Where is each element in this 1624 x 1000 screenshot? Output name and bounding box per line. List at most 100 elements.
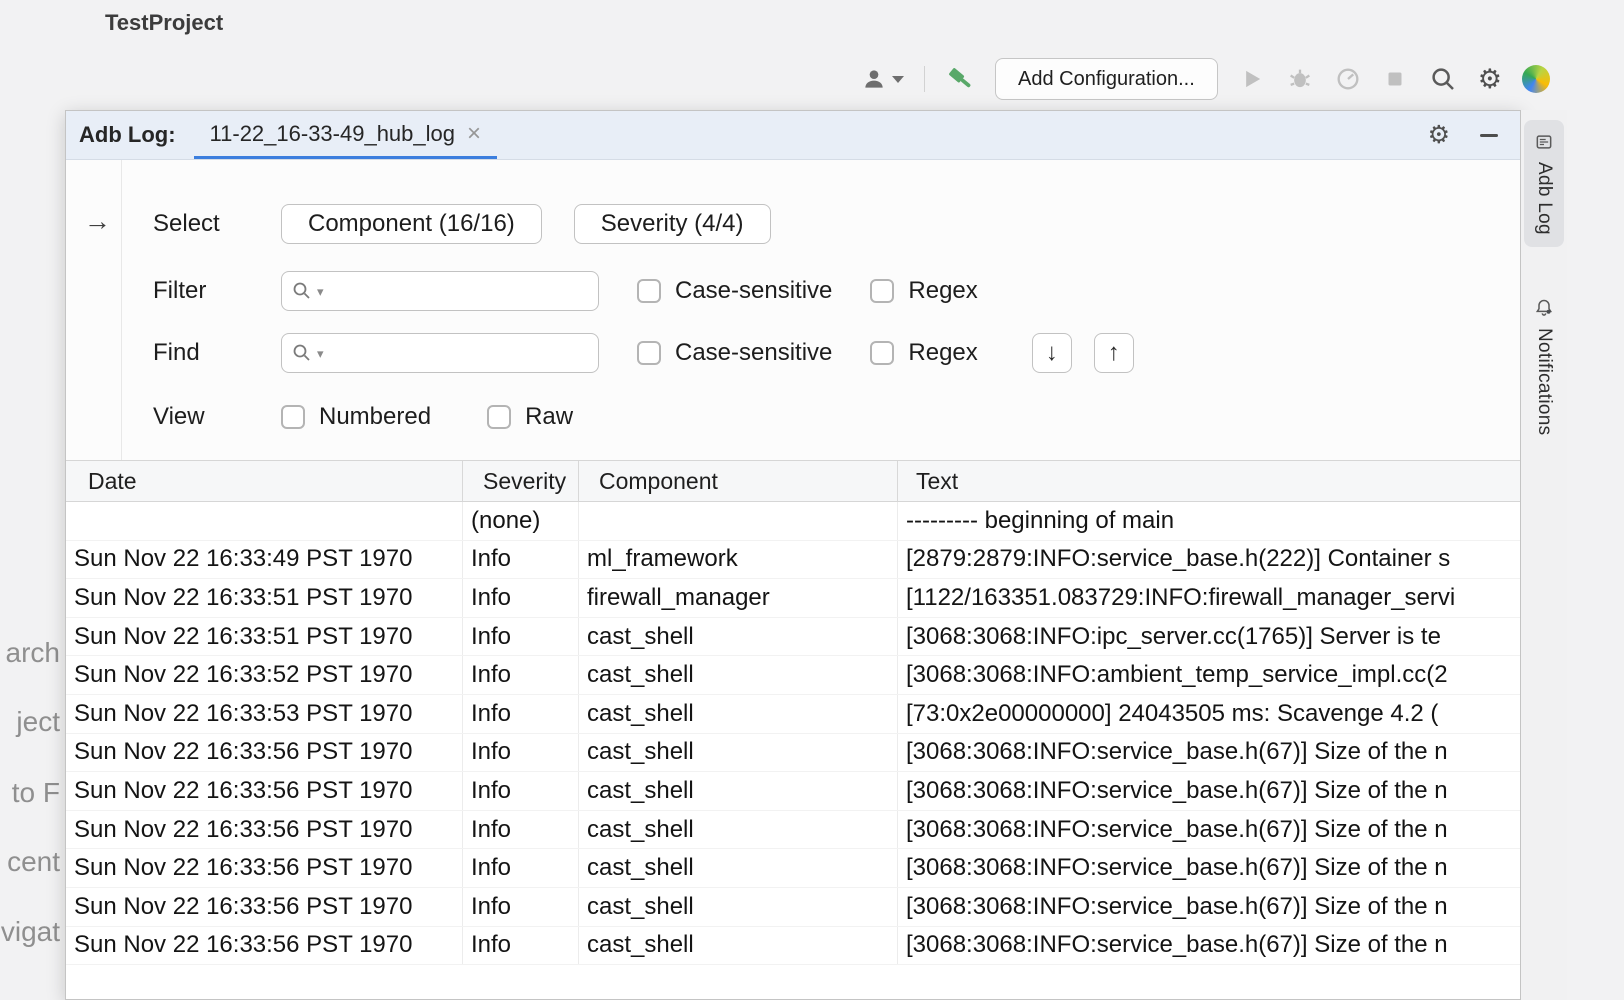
cell-component: cast_shell — [579, 656, 898, 694]
raw-checkbox[interactable]: Raw — [487, 403, 573, 431]
run-button[interactable] — [1238, 65, 1266, 93]
debug-button[interactable] — [1286, 65, 1314, 93]
column-header-component[interactable]: Component — [579, 461, 898, 501]
table-row[interactable]: Sun Nov 22 16:33:51 PST 1970 Info firewa… — [66, 579, 1520, 618]
cell-component: cast_shell — [579, 849, 898, 887]
cell-text: [3068:3068:INFO:service_base.h(67)] Size… — [898, 888, 1520, 926]
minimize-icon[interactable] — [1480, 134, 1498, 137]
table-row[interactable]: Sun Nov 22 16:33:52 PST 1970 Info cast_s… — [66, 656, 1520, 695]
background-text-fragment: cent — [0, 846, 60, 878]
user-profile-button[interactable] — [861, 66, 904, 92]
checkbox-icon — [637, 279, 661, 303]
ide-avatar-icon[interactable] — [1522, 65, 1550, 93]
log-file-tab[interactable]: 11-22_16-33-49_hub_log × — [194, 111, 498, 159]
cell-severity: Info — [463, 888, 579, 926]
find-next-button[interactable]: ↓ — [1032, 333, 1072, 373]
cell-text: [3068:3068:INFO:service_base.h(67)] Size… — [898, 772, 1520, 810]
table-row[interactable]: Sun Nov 22 16:33:56 PST 1970 Info cast_s… — [66, 734, 1520, 773]
tab-notifications[interactable]: Notifications — [1524, 286, 1564, 447]
profiler-icon — [1334, 65, 1362, 93]
cell-component: firewall_manager — [579, 579, 898, 617]
find-previous-button[interactable]: ↑ — [1094, 333, 1134, 373]
table-row[interactable]: Sun Nov 22 16:33:51 PST 1970 Info cast_s… — [66, 618, 1520, 657]
search-everywhere-button[interactable] — [1428, 64, 1458, 94]
cell-component: cast_shell — [579, 927, 898, 965]
table-row[interactable]: Sun Nov 22 16:33:56 PST 1970 Info cast_s… — [66, 772, 1520, 811]
cell-component: cast_shell — [579, 888, 898, 926]
background-text-fragment: arch — [0, 637, 60, 669]
build-button[interactable] — [945, 64, 975, 94]
table-row[interactable]: Sun Nov 22 16:33:56 PST 1970 Info cast_s… — [66, 927, 1520, 966]
cell-component: cast_shell — [579, 811, 898, 849]
chevron-down-icon: ▾ — [317, 285, 324, 298]
checkbox-icon — [870, 279, 894, 303]
cell-text: [3068:3068:INFO:service_base.h(67)] Size… — [898, 927, 1520, 965]
table-row[interactable]: Sun Nov 22 16:33:49 PST 1970 Info ml_fra… — [66, 541, 1520, 580]
profiler-button[interactable] — [1334, 65, 1362, 93]
filter-search-field: ▾ — [281, 271, 599, 311]
cell-component: ml_framework — [579, 541, 898, 579]
debug-icon — [1286, 65, 1314, 93]
view-label: View — [153, 397, 205, 437]
cell-severity: Info — [463, 579, 579, 617]
case-sensitive-label: Case-sensitive — [675, 277, 832, 305]
case-sensitive-label: Case-sensitive — [675, 339, 832, 367]
cell-date: Sun Nov 22 16:33:49 PST 1970 — [66, 541, 463, 579]
cell-text: [3068:3068:INFO:ipc_server.cc(1765)] Ser… — [898, 618, 1520, 656]
background-text-fragment: to F — [0, 777, 60, 809]
cell-date: Sun Nov 22 16:33:51 PST 1970 — [66, 579, 463, 617]
severity-filter-button[interactable]: Severity (4/4) — [574, 204, 771, 244]
cell-text: [3068:3068:INFO:service_base.h(67)] Size… — [898, 849, 1520, 887]
panel-header-actions: ⚙ — [1428, 111, 1520, 159]
add-configuration-button[interactable]: Add Configuration... — [995, 58, 1218, 100]
column-header-date[interactable]: Date — [66, 461, 463, 501]
column-header-severity[interactable]: Severity — [463, 461, 579, 501]
close-icon[interactable]: × — [467, 122, 481, 146]
cell-component: cast_shell — [579, 734, 898, 772]
arrow-up-icon: ↑ — [1108, 339, 1120, 367]
component-filter-button[interactable]: Component (16/16) — [281, 204, 542, 244]
checkbox-icon — [637, 341, 661, 365]
find-case-sensitive-checkbox[interactable]: Case-sensitive — [637, 339, 832, 367]
tab-adb-log[interactable]: Adb Log — [1524, 120, 1564, 247]
filter-label: Filter — [153, 271, 206, 311]
panel-gear-icon[interactable]: ⚙ — [1428, 123, 1450, 148]
checkbox-icon — [870, 341, 894, 365]
table-row[interactable]: (none) --------- beginning of main — [66, 502, 1520, 541]
column-header-text[interactable]: Text — [898, 461, 1520, 501]
component-filter-label: Component (16/16) — [308, 210, 515, 238]
checkbox-icon — [281, 405, 305, 429]
filter-case-sensitive-checkbox[interactable]: Case-sensitive — [637, 277, 832, 305]
find-regex-checkbox[interactable]: Regex — [870, 339, 977, 367]
table-header: Date Severity Component Text — [66, 460, 1520, 502]
search-icon — [292, 281, 312, 301]
search-icon — [1428, 64, 1458, 94]
background-text-fragment: ject — [0, 706, 60, 738]
filter-area: → Select Component (16/16) Severity (4/4… — [66, 160, 1520, 460]
arrow-down-icon: ↓ — [1046, 339, 1058, 367]
run-icon — [1238, 65, 1266, 93]
cell-text: [3068:3068:INFO:ambient_temp_service_imp… — [898, 656, 1520, 694]
table-row[interactable]: Sun Nov 22 16:33:56 PST 1970 Info cast_s… — [66, 811, 1520, 850]
cell-severity: (none) — [463, 502, 579, 540]
cell-severity: Info — [463, 927, 579, 965]
chevron-down-icon — [892, 76, 904, 83]
table-body: (none) --------- beginning of main Sun N… — [66, 502, 1520, 999]
table-row[interactable]: Sun Nov 22 16:33:53 PST 1970 Info cast_s… — [66, 695, 1520, 734]
table-row[interactable]: Sun Nov 22 16:33:56 PST 1970 Info cast_s… — [66, 849, 1520, 888]
cell-component: cast_shell — [579, 695, 898, 733]
cell-date: Sun Nov 22 16:33:53 PST 1970 — [66, 695, 463, 733]
find-input[interactable] — [329, 339, 588, 367]
cell-severity: Info — [463, 811, 579, 849]
cell-severity: Info — [463, 734, 579, 772]
filter-regex-checkbox[interactable]: Regex — [870, 277, 977, 305]
main-toolbar: Add Configuration... ⚙ — [861, 56, 1550, 102]
filter-input[interactable] — [329, 277, 588, 305]
settings-button[interactable]: ⚙ — [1478, 66, 1502, 93]
numbered-checkbox[interactable]: Numbered — [281, 403, 431, 431]
stop-button[interactable] — [1382, 66, 1408, 92]
chevron-down-icon: ▾ — [317, 347, 324, 360]
panel-header-label: Adb Log: — [79, 122, 176, 148]
table-row[interactable]: Sun Nov 22 16:33:56 PST 1970 Info cast_s… — [66, 888, 1520, 927]
cell-component: cast_shell — [579, 772, 898, 810]
